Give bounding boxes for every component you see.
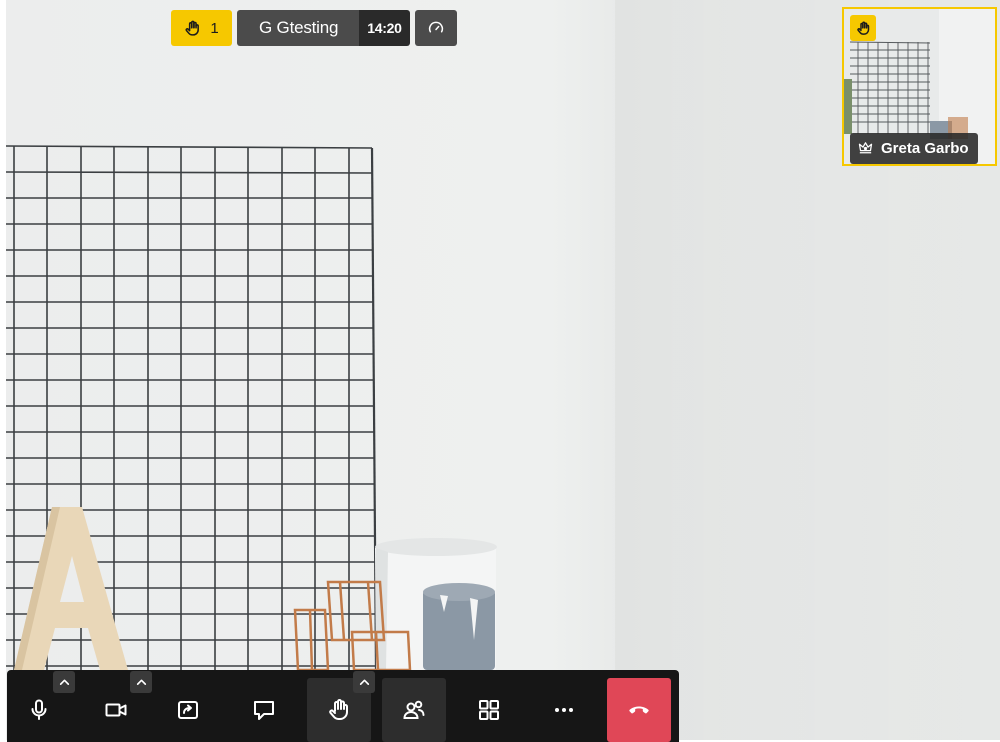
camera-options-button[interactable] (130, 671, 152, 693)
chevron-up-icon (59, 679, 69, 685)
participants-icon (403, 700, 425, 719)
chat-button[interactable] (232, 678, 296, 742)
participant-name-label: Greta Garbo (850, 133, 978, 164)
chevron-up-icon (359, 679, 369, 685)
share-screen-button[interactable] (156, 678, 220, 742)
gauge-icon (428, 21, 443, 33)
tile-view-button[interactable] (457, 678, 521, 742)
microphone-options-button[interactable] (53, 671, 75, 693)
raised-hands-count: 1 (210, 19, 219, 37)
connection-quality-button[interactable] (414, 10, 457, 46)
participants-button[interactable] (382, 678, 446, 742)
blue-candle (423, 583, 495, 670)
conference-info-bar: 1 G Gtesting 14:20 (171, 10, 457, 46)
self-view-thumbnail[interactable]: Greta Garbo (842, 7, 997, 166)
raised-hand-icon (856, 21, 869, 35)
frame-edge-left (0, 0, 6, 742)
raise-hand-options-button[interactable] (353, 671, 375, 693)
screen-share-icon (178, 701, 198, 719)
participant-name: Greta Garbo (881, 140, 969, 157)
meeting-timer: 14:20 (359, 10, 410, 46)
moderator-crown-icon (858, 142, 873, 154)
chat-icon (254, 701, 274, 720)
camera-icon (105, 703, 127, 717)
more-actions-button[interactable] (532, 678, 596, 742)
video-stage: 1 G Gtesting 14:20 Greta Garbo (0, 0, 1000, 742)
meeting-title-group: G Gtesting 14:20 (237, 10, 410, 46)
raised-hand-icon (329, 699, 348, 720)
more-icon (555, 708, 573, 712)
raised-hands-indicator[interactable]: 1 (171, 10, 232, 46)
hang-up-icon (629, 706, 649, 714)
chevron-up-icon (136, 679, 146, 685)
self-view-hand-badge (850, 15, 876, 41)
meeting-name: G Gtesting (237, 10, 360, 46)
leave-meeting-button[interactable] (607, 678, 671, 742)
raised-hand-icon (185, 20, 200, 36)
grid-icon (479, 700, 499, 720)
meeting-toolbar (7, 670, 679, 742)
microphone-icon (31, 699, 47, 720)
